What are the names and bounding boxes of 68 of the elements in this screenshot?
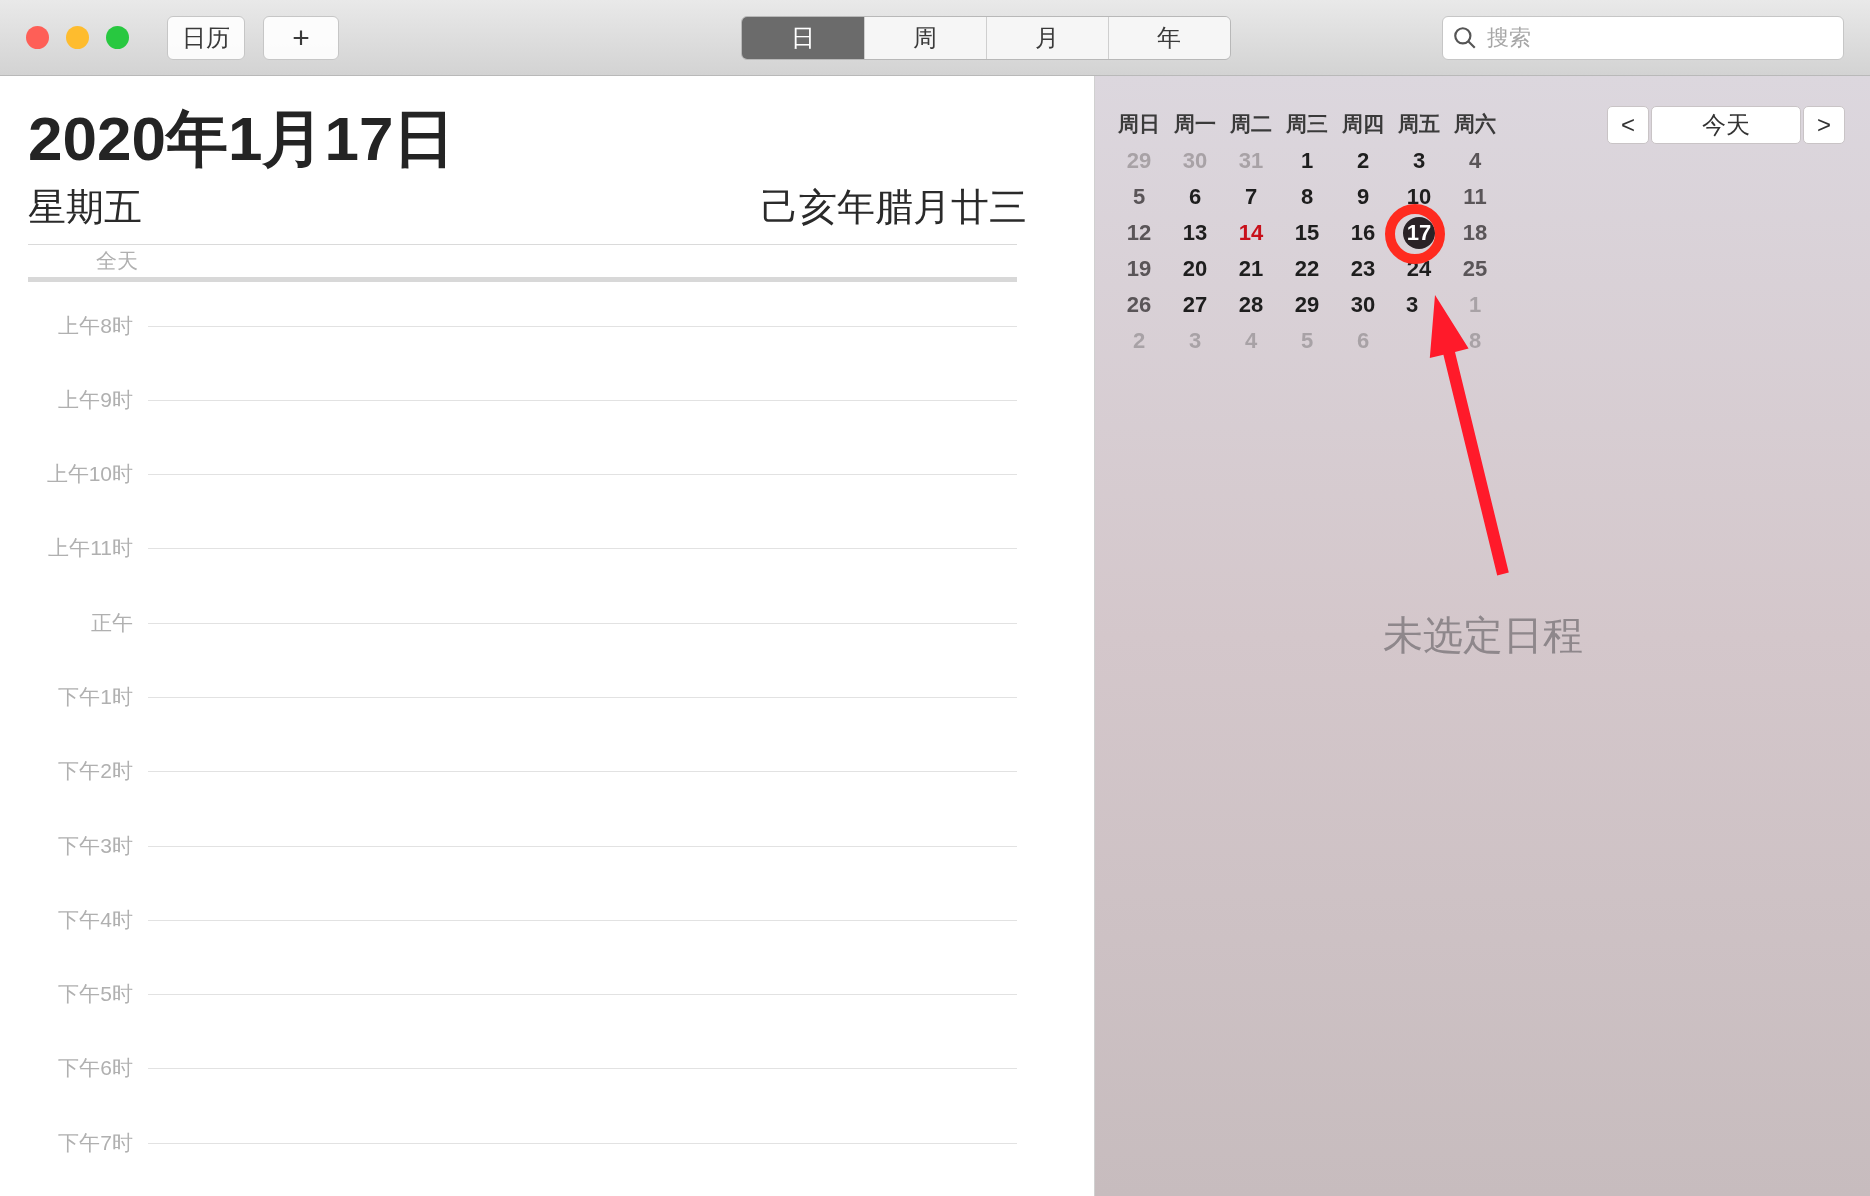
add-button[interactable]: + (263, 15, 339, 60)
next-button[interactable]: > (1803, 106, 1845, 144)
calendar-day[interactable]: 26 (1126, 293, 1152, 316)
calendar-day[interactable]: 18 (1462, 221, 1488, 244)
calendar-day[interactable]: 21 (1238, 257, 1264, 280)
weekday-label: 星期五 (28, 188, 142, 226)
calendar-day[interactable]: 8 (1300, 185, 1314, 208)
weekday-header: 周四 (1341, 111, 1385, 137)
calendar-day[interactable]: 30 (1350, 293, 1376, 316)
calendar-day[interactable]: 4 (1468, 149, 1482, 172)
search-icon (1452, 24, 1478, 51)
calendar-day[interactable]: 10 (1406, 185, 1432, 208)
calendar-day[interactable]: 15 (1294, 221, 1320, 244)
previous-button[interactable]: < (1607, 106, 1649, 144)
hour-label: 下午5时 (57, 983, 133, 1005)
weekday-header: 周日 (1117, 111, 1161, 137)
hour-label: 下午3时 (57, 834, 133, 856)
all-day-label: 全天 (95, 248, 138, 274)
calendar-day[interactable]: 19 (1126, 257, 1152, 280)
lunar-date: 己亥年腊月廿三 (761, 188, 1027, 226)
hour-label: 上午10时 (45, 463, 133, 485)
calendar-day[interactable]: 23 (1350, 257, 1376, 280)
calendar-day[interactable]: 3 (1412, 149, 1426, 172)
weekday-header: 周二 (1229, 111, 1273, 137)
hour-label: 上午11时 (47, 537, 133, 559)
weekday-header: 周五 (1397, 111, 1441, 137)
calendar-day[interactable]: 27 (1182, 293, 1208, 316)
calendar-day[interactable]: 3 (1406, 288, 1419, 321)
calendar-day[interactable]: 29 (1294, 293, 1320, 316)
empty-message: 未选定日程 (1382, 611, 1583, 659)
hour-label: 上午8时 (57, 314, 133, 336)
weekday-header: 周一 (1173, 111, 1217, 137)
calendar-day[interactable]: 13 (1182, 221, 1208, 244)
calendar-day[interactable]: 22 (1294, 257, 1320, 280)
calendar-day[interactable]: 14 (1238, 221, 1264, 244)
today-button[interactable]: 今天 (1651, 106, 1801, 144)
calendar-day[interactable]: 11 (1463, 185, 1487, 208)
hour-label: 下午6时 (57, 1057, 133, 1079)
date-title: 2020年1月17日 (28, 108, 457, 170)
calendar-day[interactable]: 17 (1403, 216, 1435, 249)
hour-label: 下午4时 (57, 908, 133, 930)
hour-label: 正午 (90, 611, 133, 633)
hour-label: 上午9时 (57, 388, 133, 410)
weekday-header: 周六 (1453, 111, 1497, 137)
calendar-day[interactable]: 12 (1126, 221, 1152, 244)
view-tab[interactable]: 年 (1107, 16, 1230, 59)
calendar-day[interactable]: 16 (1350, 221, 1376, 244)
search-field[interactable]: 搜索 (1442, 15, 1844, 60)
calendar-day[interactable]: 5 (1132, 185, 1146, 208)
hour-label: 下午7时 (57, 1131, 133, 1153)
view-tab[interactable]: 月 (985, 16, 1108, 59)
minimize-button[interactable] (66, 26, 89, 49)
calendar-day[interactable]: 25 (1462, 257, 1488, 280)
zoom-button[interactable] (106, 26, 129, 49)
calendar-day[interactable]: 6 (1188, 185, 1202, 208)
calendar-day[interactable]: 20 (1182, 257, 1208, 280)
calendar-day[interactable]: 2 (1356, 149, 1370, 172)
view-tab[interactable]: 日 (741, 16, 864, 59)
calendar-day[interactable]: 9 (1356, 185, 1370, 208)
calendar-day[interactable]: 1 (1300, 149, 1314, 172)
calendar-day[interactable]: 28 (1238, 293, 1264, 316)
view-tab[interactable]: 周 (863, 16, 986, 59)
hour-label: 下午1时 (57, 686, 133, 707)
hour-label: 下午2时 (57, 760, 133, 782)
calendar-day[interactable]: 7 (1244, 185, 1258, 208)
weekday-header: 周三 (1285, 111, 1329, 137)
calendars-button[interactable]: 日历 (167, 15, 245, 60)
close-button[interactable] (26, 26, 49, 49)
